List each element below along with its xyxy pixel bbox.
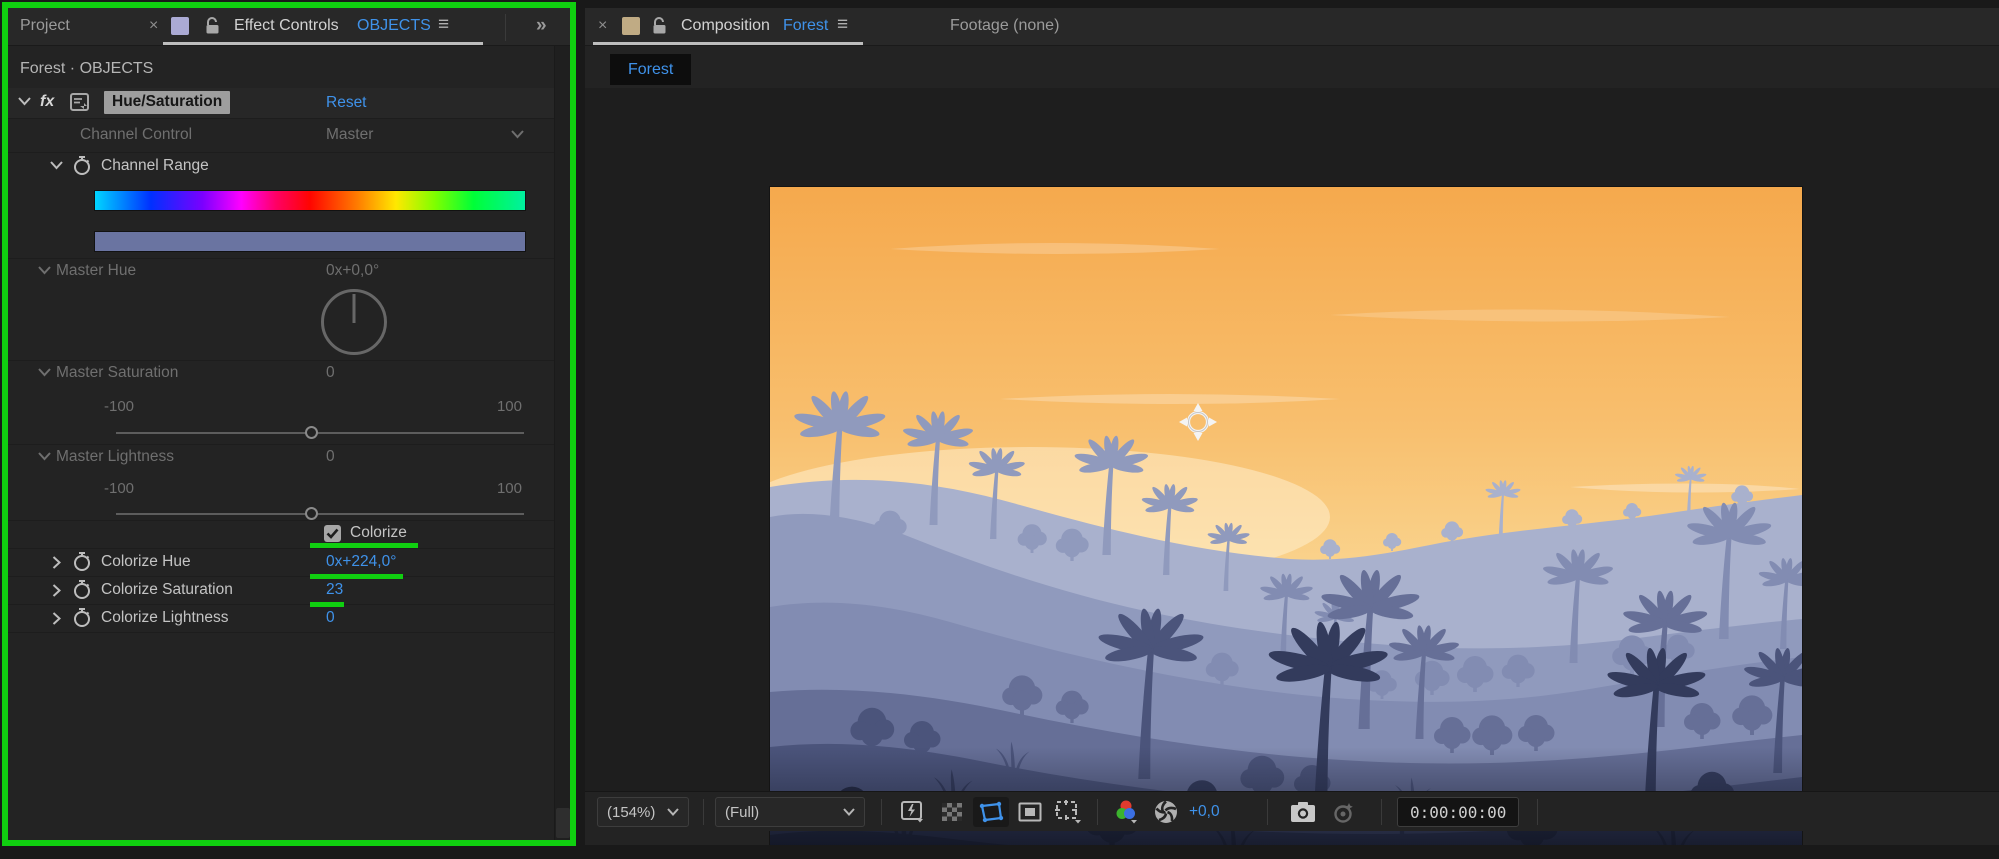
param-master-hue-value[interactable]: 0x+0,0° — [326, 262, 379, 280]
breadcrumb: Forest · OBJECTS — [20, 60, 154, 77]
chevron-down-icon[interactable] — [38, 368, 51, 379]
colorize-label: Colorize — [350, 524, 407, 541]
tab-effect-controls-target[interactable]: OBJECTS — [357, 17, 431, 35]
reset-effect-button[interactable]: Reset — [326, 94, 367, 112]
param-master-lightness-label: Master Lightness — [56, 448, 175, 465]
tab-composition-target[interactable]: Forest — [783, 17, 828, 35]
effect-name-selected[interactable]: Hue/Saturation — [104, 91, 231, 114]
param-channel-control-label: Channel Control — [80, 126, 193, 143]
show-channel-button[interactable] — [1109, 797, 1145, 827]
effect-icon — [70, 93, 92, 117]
param-colorize-saturation-label: Colorize Saturation — [101, 581, 233, 598]
slider-max-label: 100 — [496, 480, 522, 497]
lock-open-icon[interactable] — [652, 17, 667, 40]
fast-preview-button[interactable] — [895, 797, 931, 827]
tab-effect-controls[interactable]: Effect Controls — [234, 17, 339, 35]
composition-name-tab[interactable]: Forest — [610, 54, 692, 85]
chevron-right-icon[interactable] — [52, 556, 63, 569]
param-colorize-saturation-value[interactable]: 23 — [326, 581, 343, 599]
preview-timecode[interactable]: 0:00:00:00 — [1397, 797, 1520, 827]
exposure-offset-value[interactable]: +0,0 — [1189, 803, 1220, 821]
exposure-toggle-button[interactable] — [1148, 797, 1184, 827]
panel-menu-icon[interactable]: ≡ — [837, 14, 848, 36]
chevron-right-icon[interactable] — [52, 612, 63, 625]
chevron-down-icon[interactable] — [50, 161, 63, 172]
region-of-interest-button[interactable] — [973, 797, 1009, 827]
param-master-lightness-value[interactable]: 0 — [326, 448, 335, 466]
tab-footage[interactable]: Footage (none) — [950, 17, 1059, 35]
title-action-safe-button[interactable] — [1012, 797, 1048, 827]
chevron-down-icon[interactable] — [38, 452, 51, 463]
composition-image — [770, 187, 1802, 859]
magnification-value: (154%) — [607, 803, 656, 821]
panel-color-swatch — [622, 17, 640, 35]
saturation-slider-handle[interactable] — [305, 426, 318, 439]
fx-badge[interactable]: fx — [40, 93, 54, 111]
param-colorize-lightness-value[interactable]: 0 — [326, 609, 335, 627]
collapse-panel-icon[interactable]: » — [536, 15, 547, 37]
hue-dial[interactable] — [321, 289, 387, 355]
tabbar-divider — [505, 14, 506, 41]
close-composition-tab-icon[interactable]: × — [598, 17, 607, 35]
panel-color-swatch — [171, 17, 189, 35]
resolution-dropdown[interactable]: (Full) — [715, 797, 865, 827]
hue-spectrum-bar[interactable] — [94, 190, 526, 211]
stopwatch-icon[interactable] — [72, 154, 92, 181]
param-master-hue-label: Master Hue — [56, 262, 137, 279]
param-channel-range-label: Channel Range — [101, 157, 209, 174]
stopwatch-icon[interactable] — [72, 578, 92, 605]
slider-min-label: -100 — [104, 480, 135, 497]
active-tab-underline — [163, 42, 483, 45]
lightness-slider-track[interactable] — [116, 513, 524, 515]
param-colorize-hue-value[interactable]: 0x+224,0° — [326, 553, 396, 571]
composition-name-label: Forest — [628, 60, 674, 78]
composition-tabbar: × Composition Forest ≡ Footage (none) — [585, 8, 1999, 46]
colorized-result-bar[interactable] — [94, 231, 526, 252]
active-tab-underline — [593, 42, 863, 45]
viewer-toolbar: (154%) (Full) +0,0 0:00:00:00 — [585, 791, 1999, 831]
param-colorize-hue-label: Colorize Hue — [101, 553, 191, 570]
transparency-grid-button[interactable] — [934, 797, 970, 827]
slider-max-label: 100 — [496, 398, 522, 415]
param-master-saturation-value[interactable]: 0 — [326, 364, 335, 382]
magnification-dropdown[interactable]: (154%) — [597, 797, 689, 827]
param-channel-control-value[interactable]: Master — [326, 126, 373, 144]
timecode-value: 0:00:00:00 — [1410, 802, 1507, 822]
param-colorize-lightness-label: Colorize Lightness — [101, 609, 229, 626]
lock-open-icon[interactable] — [205, 17, 220, 40]
status-strip — [585, 845, 1999, 859]
tab-project[interactable]: Project — [20, 17, 70, 35]
take-snapshot-button[interactable] — [1285, 797, 1321, 827]
saturation-slider-track[interactable] — [116, 432, 524, 434]
effect-controls-tabbar: Project × Effect Controls OBJECTS ≡ » — [8, 8, 572, 46]
composition-viewer[interactable] — [585, 88, 1999, 859]
after-effects-window: Project × Effect Controls OBJECTS ≡ » Fo… — [0, 0, 1999, 859]
grid-and-guide-options-button[interactable] — [1051, 797, 1087, 827]
chevron-down-icon[interactable] — [38, 266, 51, 277]
param-master-saturation-label: Master Saturation — [56, 364, 179, 381]
panel-scrollbar[interactable] — [554, 46, 572, 842]
stopwatch-icon[interactable] — [72, 550, 92, 577]
chevron-right-icon[interactable] — [52, 584, 63, 597]
resolution-value: (Full) — [725, 803, 760, 821]
chevron-down-icon[interactable] — [18, 97, 31, 108]
slider-min-label: -100 — [104, 398, 135, 415]
composition-panel: × Composition Forest ≡ Footage (none) Fo… — [585, 8, 1999, 859]
dropdown-chevron-icon[interactable] — [511, 130, 524, 141]
colorize-checkbox[interactable] — [324, 525, 341, 542]
tab-composition[interactable]: Composition — [681, 17, 770, 35]
lightness-slider-handle[interactable] — [305, 507, 318, 520]
close-project-tab-icon[interactable]: × — [149, 17, 158, 35]
effect-controls-panel: Project × Effect Controls OBJECTS ≡ » Fo… — [8, 8, 572, 842]
stopwatch-icon[interactable] — [72, 606, 92, 633]
panel-menu-icon[interactable]: ≡ — [438, 14, 449, 36]
show-snapshot-button[interactable] — [1327, 797, 1363, 827]
